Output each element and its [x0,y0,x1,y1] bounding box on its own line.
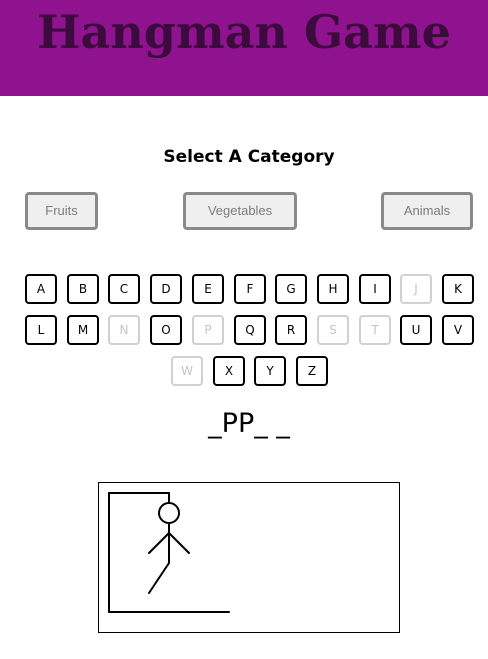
letter-key-k[interactable]: K [442,274,474,304]
letter-key-m[interactable]: M [67,315,99,345]
hangman-head [158,502,180,524]
hangman-canvas [98,482,400,633]
letter-key-l[interactable]: L [25,315,57,345]
letter-key-r[interactable]: R [275,315,307,345]
hangman-left-leg [148,562,170,594]
letter-key-i[interactable]: I [359,274,391,304]
letter-key-s: S [317,315,349,345]
letter-key-c[interactable]: C [108,274,140,304]
word-display: _PP_ _ [208,408,290,439]
letter-key-d[interactable]: D [150,274,182,304]
category-button-vegetables[interactable]: Vegetables [183,192,297,230]
letter-key-w: W [171,356,203,386]
category-heading: Select A Category [163,147,335,167]
category-button-animals[interactable]: Animals [381,192,473,230]
letter-key-z[interactable]: Z [296,356,328,386]
category-button-fruits[interactable]: Fruits [25,192,98,230]
hangman-right-arm [168,532,190,554]
letter-key-y[interactable]: Y [254,356,286,386]
letter-key-u[interactable]: U [400,315,432,345]
letter-key-f[interactable]: F [234,274,266,304]
letter-key-a[interactable]: A [25,274,57,304]
letter-key-q[interactable]: Q [234,315,266,345]
hangman-left-arm [148,532,170,554]
letter-key-v[interactable]: V [442,315,474,345]
letter-key-e[interactable]: E [192,274,224,304]
letter-key-x[interactable]: X [213,356,245,386]
hangman-drawing [108,492,230,613]
letter-key-n: N [108,315,140,345]
header-bar: Hangman Game [0,0,488,96]
letter-key-h[interactable]: H [317,274,349,304]
letter-key-o[interactable]: O [150,315,182,345]
letter-key-j: J [400,274,432,304]
letter-key-t: T [359,315,391,345]
letter-key-b[interactable]: B [67,274,99,304]
letter-key-g[interactable]: G [275,274,307,304]
letter-key-p: P [192,315,224,345]
page-title: Hangman Game [37,5,451,59]
